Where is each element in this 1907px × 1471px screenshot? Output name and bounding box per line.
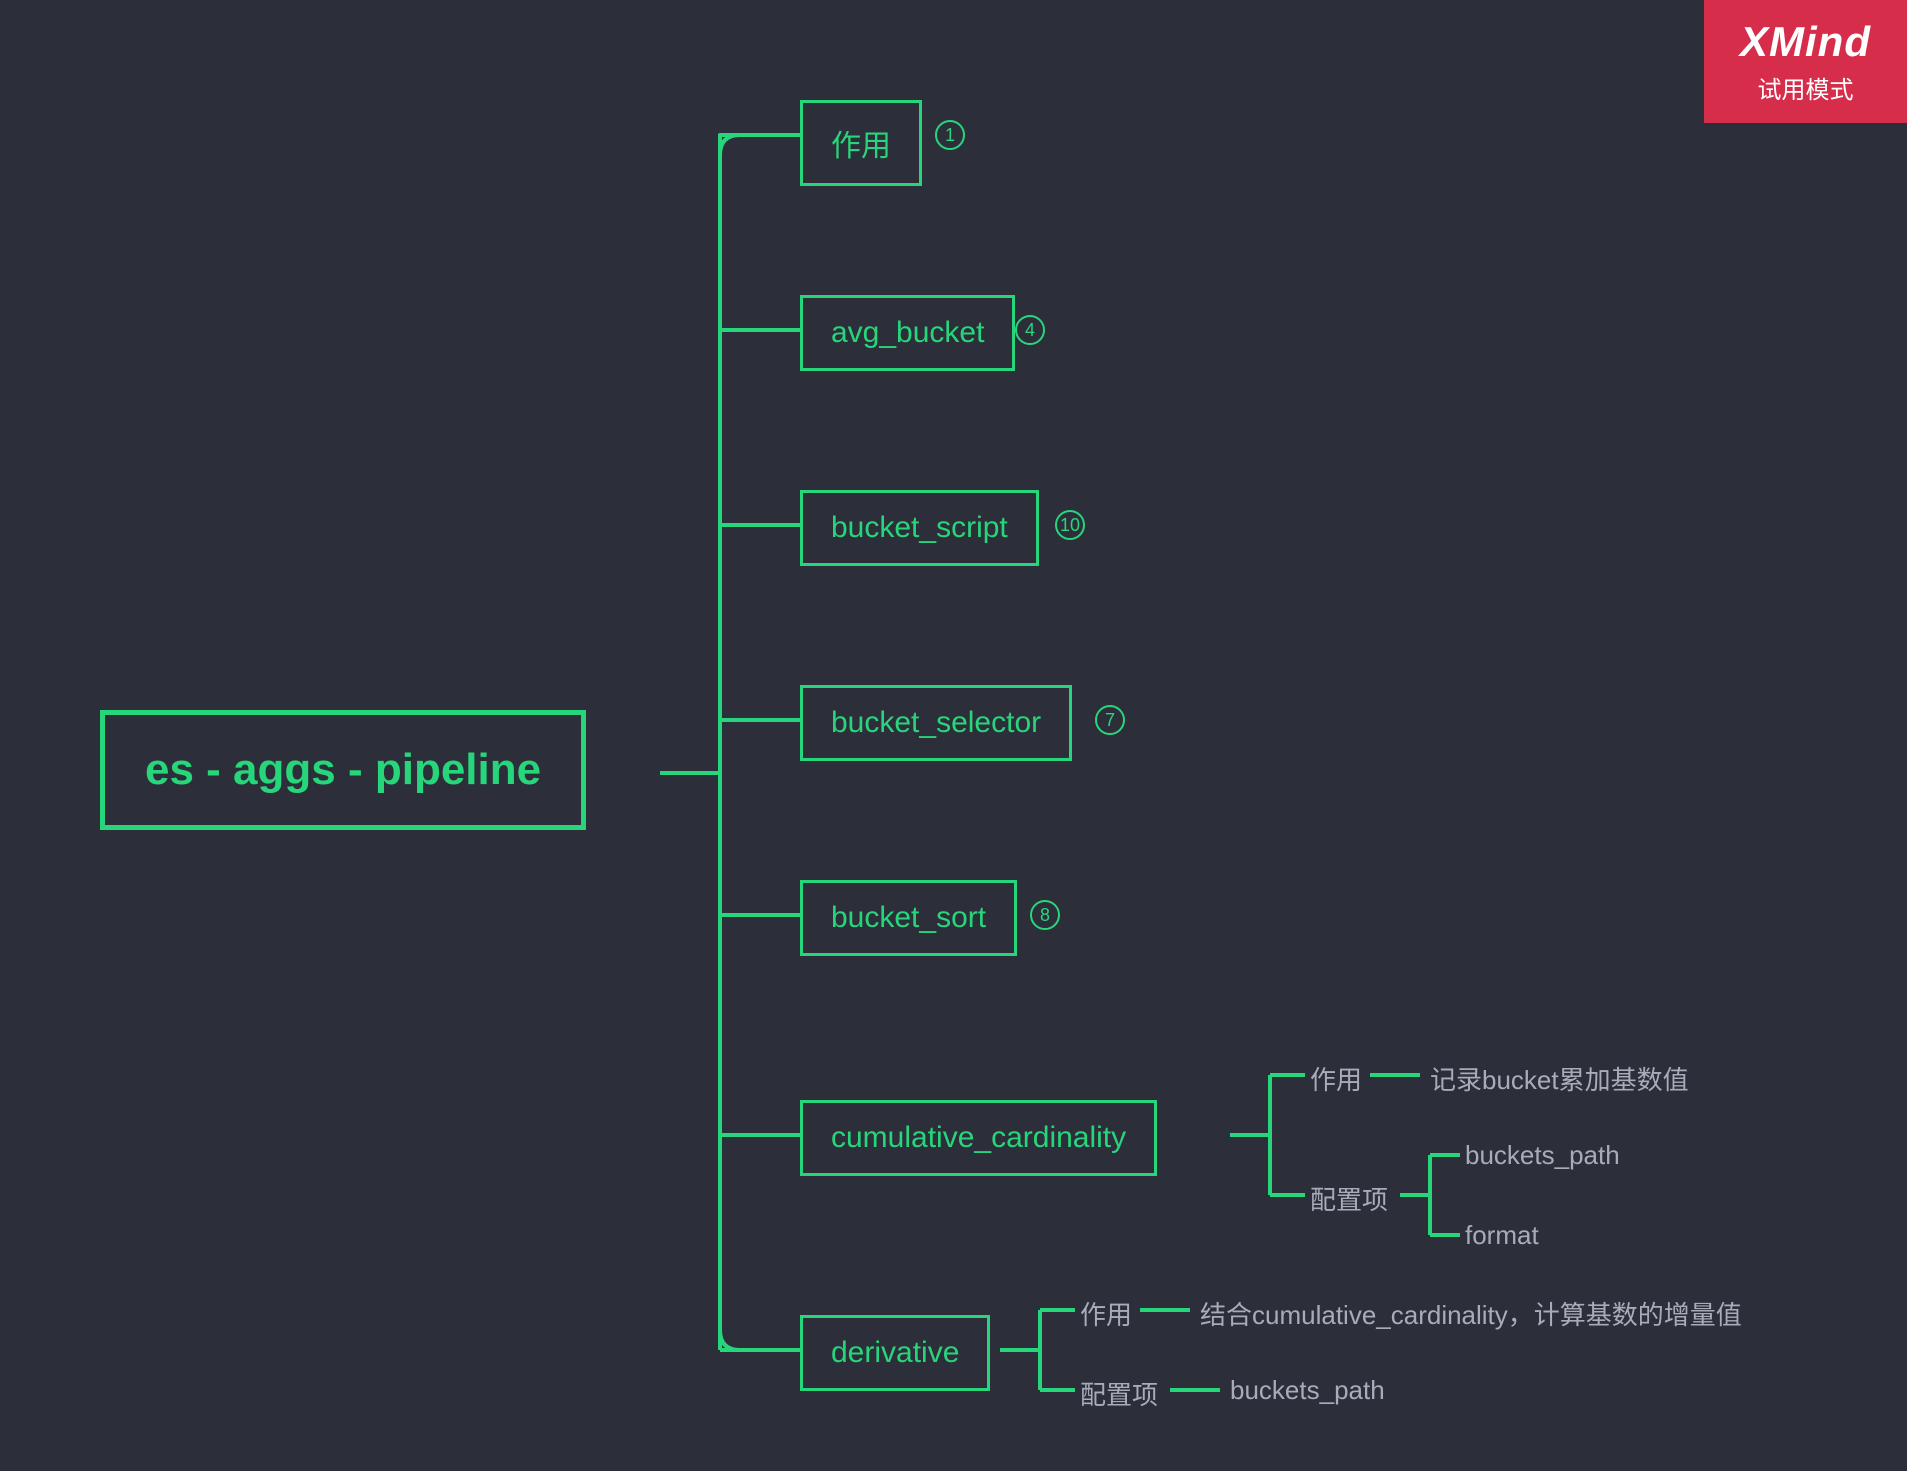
watermark-brand: XMind — [1740, 18, 1871, 66]
watermark-mode: 试用模式 — [1740, 70, 1871, 105]
root-label: es - aggs - pipeline — [145, 745, 541, 794]
node-avg-bucket[interactable]: avg_bucket — [800, 295, 1015, 371]
leaf-deriv-config-bucketspath: buckets_path — [1230, 1375, 1385, 1406]
leaf-deriv-zuoyong[interactable]: 作用 — [1080, 1295, 1132, 1332]
watermark-badge: XMind 试用模式 — [1704, 0, 1907, 123]
node-label: avg_bucket — [831, 316, 984, 349]
leaf-cc-config-bucketspath: buckets_path — [1465, 1140, 1620, 1171]
leaf-cc-config-format: format — [1465, 1220, 1539, 1251]
node-label: derivative — [831, 1336, 959, 1369]
node-bucket-selector[interactable]: bucket_selector — [800, 685, 1072, 761]
node-cumulative-cardinality[interactable]: cumulative_cardinality — [800, 1100, 1157, 1176]
leaf-cc-config[interactable]: 配置项 — [1310, 1180, 1388, 1217]
badge-count: 10 — [1055, 510, 1085, 540]
leaf-cc-zuoyong-desc: 记录bucket累加基数值 — [1430, 1060, 1689, 1097]
badge-count: 1 — [935, 120, 965, 150]
root-node[interactable]: es - aggs - pipeline — [100, 710, 586, 830]
node-label: bucket_sort — [831, 901, 986, 934]
leaf-deriv-config[interactable]: 配置项 — [1080, 1375, 1158, 1412]
leaf-cc-zuoyong[interactable]: 作用 — [1310, 1060, 1362, 1097]
node-label: bucket_script — [831, 511, 1008, 544]
badge-count: 4 — [1015, 315, 1045, 345]
node-label: bucket_selector — [831, 706, 1041, 739]
badge-count: 8 — [1030, 900, 1060, 930]
node-label: cumulative_cardinality — [831, 1121, 1126, 1154]
node-bucket-sort[interactable]: bucket_sort — [800, 880, 1017, 956]
node-zuoyong[interactable]: 作用 — [800, 100, 922, 186]
node-label: 作用 — [831, 130, 891, 163]
node-derivative[interactable]: derivative — [800, 1315, 990, 1391]
badge-count: 7 — [1095, 705, 1125, 735]
leaf-deriv-zuoyong-desc: 结合cumulative_cardinality，计算基数的增量值 — [1200, 1295, 1742, 1332]
node-bucket-script[interactable]: bucket_script — [800, 490, 1039, 566]
